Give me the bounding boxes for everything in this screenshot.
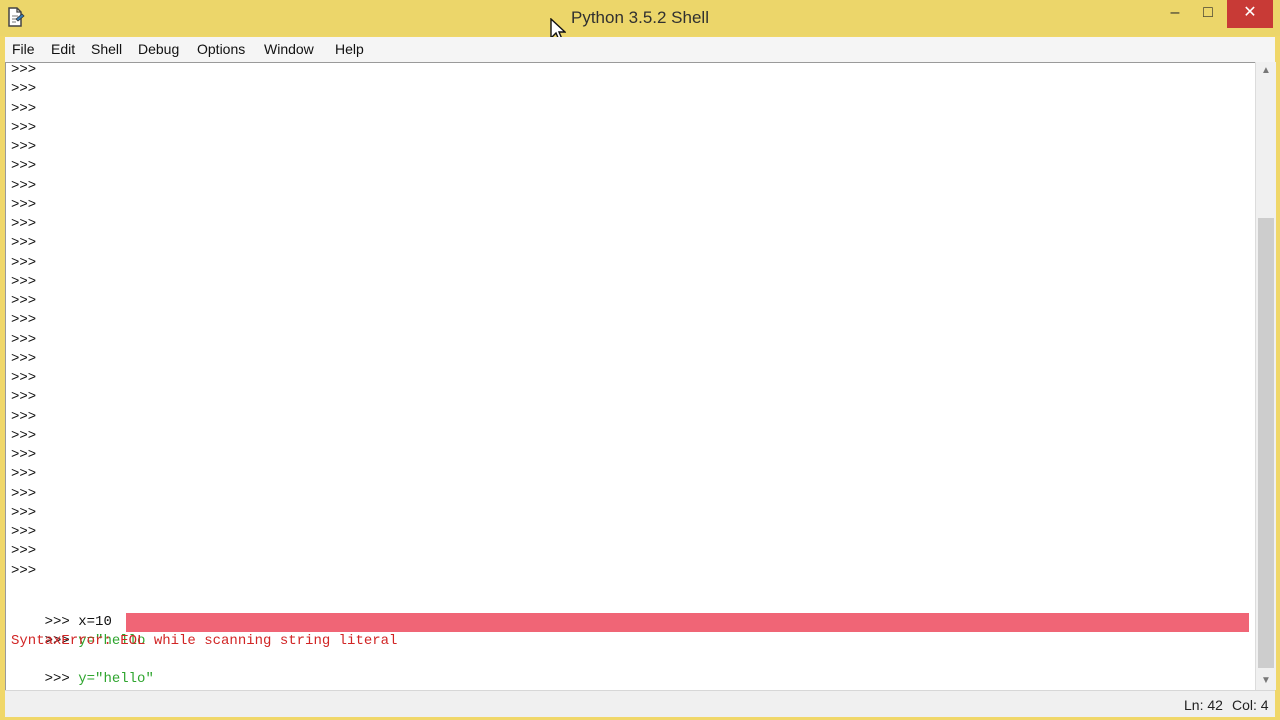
empty-prompt-line: >>> — [11, 119, 37, 136]
empty-prompt-line: >>> — [11, 254, 37, 271]
minimize-button[interactable]: – — [1160, 0, 1190, 28]
empty-prompt-line: >>> — [11, 389, 37, 406]
empty-prompt-line: >>> — [11, 370, 37, 386]
menu-options[interactable]: Options — [197, 41, 245, 57]
command-line-error-source: >>> y="hello — [11, 613, 146, 649]
empty-prompt-line: >>> — [11, 177, 37, 194]
empty-prompt-line: >>> — [11, 562, 37, 579]
empty-prompt-line: >>> — [11, 331, 37, 348]
maximize-button[interactable]: □ — [1193, 0, 1223, 28]
command-line-x: >>> x=10 — [11, 594, 112, 630]
menu-shell[interactable]: Shell — [91, 41, 122, 57]
syntax-error-message: SyntaxError: EOL while scanning string l… — [11, 633, 398, 649]
active-input-line[interactable]: >>> — [11, 670, 70, 691]
vertical-scrollbar[interactable]: ▲ ▼ — [1255, 62, 1276, 690]
empty-prompt-line: >>> — [11, 504, 37, 521]
empty-prompt-line: >>> — [11, 81, 37, 98]
menu-window[interactable]: Window — [264, 41, 314, 57]
empty-prompt-line: >>> — [11, 100, 37, 117]
scroll-up-arrow-icon[interactable]: ▲ — [1256, 62, 1276, 80]
title-bar: Python 3.5.2 Shell – □ ✕ — [0, 0, 1280, 41]
menu-edit[interactable]: Edit — [51, 41, 75, 57]
empty-prompt-line: >>> — [11, 485, 37, 502]
line-number-status: Ln: 42 — [1184, 697, 1223, 713]
empty-prompt-line: >>> — [11, 62, 37, 78]
window-title: Python 3.5.2 Shell — [571, 8, 709, 27]
syntax-error-highlight — [126, 613, 1249, 632]
column-number-status: Col: 4 — [1232, 697, 1269, 713]
empty-prompt-line: >>> — [11, 216, 37, 232]
scrollbar-thumb[interactable] — [1258, 218, 1274, 668]
menu-debug[interactable]: Debug — [138, 41, 179, 57]
command-line-fixed: >>> y="hello" — [11, 651, 154, 687]
empty-prompt-line: >>> — [11, 196, 37, 213]
menu-bar: File Edit Shell Debug Options Window Hel… — [5, 37, 1275, 62]
close-button[interactable]: ✕ — [1227, 0, 1273, 28]
empty-prompt-line: >>> — [11, 543, 37, 560]
menu-help[interactable]: Help — [335, 41, 364, 57]
menu-file[interactable]: File — [12, 41, 35, 57]
empty-prompt-line: >>> — [11, 350, 37, 367]
empty-prompt-line: >>> — [11, 293, 37, 309]
empty-prompt-line: >>> — [11, 427, 37, 444]
shell-output[interactable]: >>> >>> >>> >>> >>> >>> >>> >>> >>> >>> >>> >>> >>> >… — [5, 62, 1255, 691]
empty-prompt-line: >>> — [11, 158, 37, 175]
empty-prompt-line: >>> — [11, 139, 37, 155]
empty-prompt-line: >>> — [11, 273, 37, 290]
empty-prompt-line: >>> — [11, 466, 37, 483]
scroll-down-arrow-icon[interactable]: ▼ — [1256, 672, 1276, 690]
empty-prompt-line: >>> — [11, 235, 37, 252]
code-string: y="hello" — [78, 671, 154, 687]
empty-prompt-line: >>> — [11, 447, 37, 463]
status-bar: Ln: 42 Col: 4 — [5, 690, 1275, 717]
empty-prompt-line: >>> — [11, 524, 37, 540]
empty-prompt-line: >>> — [11, 408, 37, 425]
empty-prompt-line: >>> — [11, 312, 37, 329]
